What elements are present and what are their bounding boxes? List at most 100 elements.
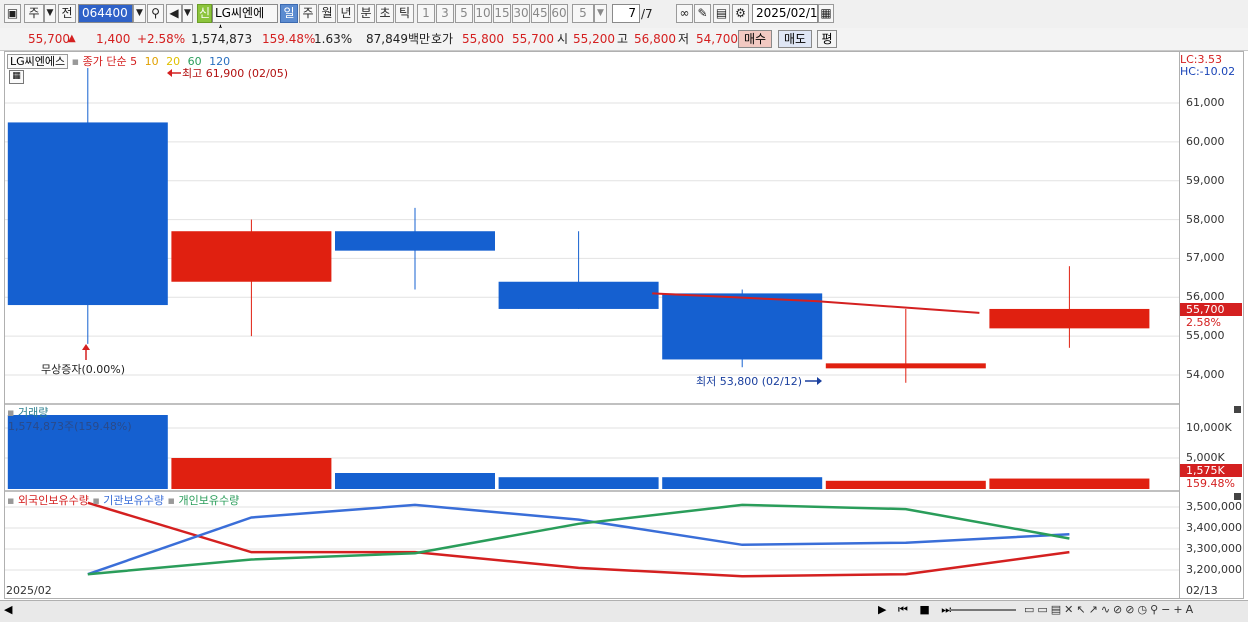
zoom-slider[interactable] <box>950 609 1016 611</box>
interval-5[interactable]: 5 <box>455 4 473 23</box>
chart-svg: 최고 61,900 (02/05) 최저 53,800 (02/12) 무상증자… <box>5 67 1179 578</box>
save-icon[interactable]: ▤ <box>713 4 730 23</box>
volume-bar <box>989 478 1150 489</box>
low-price: 54,700 <box>696 32 738 46</box>
stock-name: LG씨엔에스 <box>212 4 278 37</box>
interval-3[interactable]: 3 <box>436 4 454 23</box>
legend-ma20[interactable]: 20 <box>166 55 180 68</box>
legend-ma120[interactable]: 120 <box>209 55 230 68</box>
chart-area[interactable]: 최고 61,900 (02/05) 최저 53,800 (02/12) 무상증자… <box>4 51 1180 599</box>
page-total: /7 <box>641 7 653 21</box>
period-year[interactable]: 년 <box>337 4 355 23</box>
legend-bullet-icon: ▪ <box>92 494 100 507</box>
period-second[interactable]: 초 <box>376 4 394 23</box>
draw-tool-icon[interactable]: ✎ <box>694 4 711 23</box>
right-axis[interactable]: LC:3.53 HC:-10.02 61,000 60,000 59,000 58,0… <box>1180 51 1244 599</box>
buy-button[interactable]: 매수 <box>738 30 772 48</box>
chevron-down-icon[interactable]: ▼ <box>44 4 56 23</box>
period-day[interactable]: 일 <box>280 4 298 23</box>
high-label: 고 <box>617 32 629 46</box>
binoculars-icon[interactable]: ∞ <box>676 4 693 23</box>
count-select[interactable]: 5 <box>572 4 594 23</box>
price-tick-label: 55,000 <box>1186 329 1225 343</box>
legend-ma5[interactable]: 5 <box>130 55 137 68</box>
quote-label: 호가 <box>431 32 454 46</box>
volume-ratio: 159.48% <box>262 32 316 46</box>
x-axis-end: 02/13 <box>1186 584 1218 597</box>
price-change: 1,400 <box>96 32 131 46</box>
bid-price: 55,700 <box>512 32 554 46</box>
price-tick-label: 61,000 <box>1186 96 1225 109</box>
period-month[interactable]: 월 <box>318 4 336 23</box>
candles <box>7 68 1150 383</box>
gear-icon[interactable]: ⚙ <box>732 4 749 23</box>
holding-line-foreign <box>87 501 1070 578</box>
volume-tick-label: 10,000K <box>1186 421 1232 434</box>
volume-bar <box>498 477 659 489</box>
legend-close[interactable]: 종가 단순 <box>83 55 127 68</box>
speaker-dropdown-icon[interactable]: ▼ <box>182 4 193 23</box>
quote-bar: 55,700 ▲ 1,400 +2.58% 1,574,873 159.48% … <box>0 28 1248 51</box>
page-input[interactable]: 7 <box>612 4 640 23</box>
price-tick-label: 56,000 <box>1186 290 1225 304</box>
period-week[interactable]: 주 <box>299 4 317 23</box>
interval-45[interactable]: 45 <box>531 4 549 23</box>
code-dropdown-icon[interactable]: ▼ <box>133 4 146 23</box>
low-label: 저 <box>678 32 690 46</box>
legend-ma60[interactable]: 60 <box>188 55 202 68</box>
legend-bullet-icon: ▪ <box>7 494 15 507</box>
candle-body <box>498 281 659 309</box>
period-select[interactable]: 주 <box>24 4 44 23</box>
scroll-bar[interactable]: ◀ ▶ ⏮ ■ ⏭ ▭▭▤✕↖↗∿⊘⊘◷⚲−+A <box>0 600 1248 622</box>
legend-foreign[interactable]: 외국인보유수량 <box>18 494 89 507</box>
calendar-icon[interactable]: ▦ <box>818 4 834 23</box>
speaker-icon[interactable]: ◀ <box>166 4 182 23</box>
candle-body <box>335 231 495 251</box>
scroll-left-icon[interactable]: ◀ <box>4 603 12 616</box>
interval-60[interactable]: 60 <box>550 4 568 23</box>
legend-stock-name[interactable]: LG씨엔에스 <box>7 54 69 69</box>
volume-tick-label: 5,000K <box>1186 451 1225 464</box>
trade-amount: 87,849백만 <box>366 32 431 46</box>
volume-close-icon[interactable] <box>1234 406 1241 413</box>
x-axis-start: 2025/02 <box>6 584 52 597</box>
interval-15[interactable]: 15 <box>493 4 511 23</box>
legend-individual[interactable]: 개인보유수량 <box>178 494 239 507</box>
holding-close-icon[interactable] <box>1234 493 1241 500</box>
candle-body <box>662 293 823 360</box>
volume-bar <box>171 458 332 489</box>
prev-button[interactable]: 전 <box>58 4 76 23</box>
stock-code-input[interactable]: 064400 <box>78 4 133 23</box>
open-label: 시 <box>557 32 569 46</box>
volume-value: 1,574,873주(159.48%) <box>8 420 132 433</box>
up-arrow-icon: ▲ <box>68 33 76 44</box>
tool-icons[interactable]: ▭▭▤✕↖↗∿⊘⊘◷⚲−+A <box>1024 603 1196 616</box>
interval-10[interactable]: 10 <box>474 4 492 23</box>
interval-30[interactable]: 30 <box>512 4 530 23</box>
price-change-pct: +2.58% <box>137 32 186 46</box>
price-legend: LG씨엔에스 ▪ 종가 단순 5 10 20 60 120 <box>7 53 230 69</box>
volume-bar <box>825 480 986 489</box>
table-icon[interactable]: ▦ <box>9 70 24 84</box>
window-menu-icon[interactable]: ▣ <box>4 4 21 23</box>
legend-institution[interactable]: 기관보유수량 <box>103 494 164 507</box>
navigation-buttons[interactable]: ▶ ⏮ ■ ⏭ <box>878 603 955 617</box>
holding-line-institution <box>87 503 1070 576</box>
date-input[interactable]: 2025/02/13 <box>752 4 825 23</box>
period-minute[interactable]: 분 <box>357 4 375 23</box>
eval-button[interactable]: 평 <box>817 30 837 48</box>
sell-button[interactable]: 매도 <box>778 30 812 48</box>
count-dropdown-icon[interactable]: ▼ <box>594 4 607 23</box>
price-tag: 55,700 <box>1180 303 1242 316</box>
interval-1[interactable]: 1 <box>417 4 435 23</box>
search-icon[interactable]: ⚲ <box>147 4 164 23</box>
period-tick[interactable]: 틱 <box>395 4 414 23</box>
volume-bar <box>335 473 495 489</box>
event-note: 무상증자(0.00%) <box>41 363 125 376</box>
current-price: 55,700 <box>28 32 70 46</box>
legend-ma10[interactable]: 10 <box>145 55 159 68</box>
turnover: 1.63% <box>314 32 353 46</box>
price-tick-label: 54,000 <box>1186 368 1225 381</box>
event-marker: 무상증자(0.00%) <box>41 344 125 376</box>
legend-bullet-icon: ▪ <box>71 55 80 68</box>
